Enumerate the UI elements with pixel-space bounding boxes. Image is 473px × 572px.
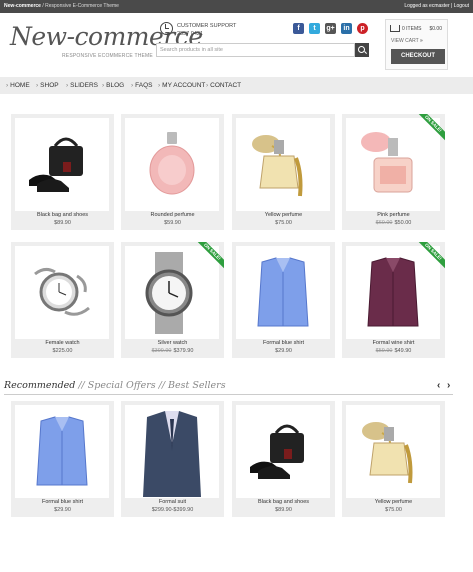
product-price: $399.90 $379.90 — [151, 348, 194, 354]
customer-support: CUSTOMER SUPPORT 2357 0421 — [177, 22, 236, 38]
product-name[interactable]: Formal blue shirt — [232, 340, 335, 346]
main-nav: HOME SHOP SLIDERS BLOG FAQS MY ACCOUNT C… — [0, 77, 473, 94]
product-name[interactable]: Rounded perfume — [121, 212, 224, 218]
product-name[interactable]: Pink perfume — [342, 212, 445, 218]
product-price: $59.90 — [164, 220, 181, 226]
cart-items: 0 ITEMS — [402, 26, 422, 32]
product-image[interactable] — [236, 405, 330, 498]
product-name[interactable]: Silver watch — [121, 340, 224, 346]
search-input[interactable]: Search products in all site — [156, 43, 355, 57]
product-name[interactable]: Black bag and shoes — [11, 212, 114, 218]
product-image[interactable] — [15, 246, 109, 339]
product-name[interactable]: Formal blue shirt — [11, 499, 114, 505]
product-card[interactable]: Formal blue shirt $29.90 — [11, 401, 114, 517]
sale-ribbon: ON SALE! — [411, 114, 445, 148]
tabs-divider — [4, 394, 453, 395]
product-card[interactable]: Formal blue shirt $29.90 — [232, 242, 335, 358]
product-name[interactable]: Female watch — [11, 340, 114, 346]
product-price: $75.00 — [385, 507, 402, 513]
product-name[interactable]: Yellow perfume — [232, 212, 335, 218]
product-image[interactable] — [125, 118, 219, 211]
product-image[interactable] — [15, 405, 109, 498]
product-tabs: Recommended//Special Offers//Best Seller… — [4, 380, 226, 391]
product-name[interactable]: Yellow perfume — [342, 499, 445, 505]
cart-box: 0 ITEMS $0.00 VIEW CART » CHECKOUT — [385, 19, 448, 70]
cart-total: $0.00 — [429, 26, 442, 32]
facebook-icon[interactable]: f — [293, 23, 304, 34]
product-image[interactable] — [15, 118, 109, 211]
product-image[interactable] — [236, 118, 330, 211]
sale-ribbon: ON SALE! — [190, 242, 224, 276]
search-icon[interactable] — [355, 43, 369, 57]
cart-icon — [390, 25, 400, 32]
sale-ribbon: ON SALE! — [411, 242, 445, 276]
product-card[interactable]: Yellow perfume $75.00 — [342, 401, 445, 517]
product-name[interactable]: Black bag and shoes — [232, 499, 335, 505]
product-card[interactable]: ON SALE! Silver watch $399.90 $379.90 — [121, 242, 224, 358]
tab-recommended[interactable]: Recommended — [4, 380, 75, 391]
product-card[interactable]: Formal suit $299.90-$399.90 — [121, 401, 224, 517]
product-card[interactable]: Rounded perfume $59.90 — [121, 114, 224, 230]
nav-sliders[interactable]: SLIDERS — [66, 77, 98, 94]
tab-special-offers[interactable]: Special Offers — [88, 380, 156, 391]
top-bar-brand[interactable]: New-commerce / Responsive E-Commerce The… — [4, 0, 119, 13]
product-price: $89.90 — [275, 507, 292, 513]
linkedin-icon[interactable]: in — [341, 23, 352, 34]
carousel-prev-icon[interactable]: ‹ — [437, 380, 440, 391]
product-price: $75.00 — [275, 220, 292, 226]
nav-shop[interactable]: SHOP — [36, 77, 58, 94]
nav-contact[interactable]: CONTACT — [206, 77, 241, 94]
product-card[interactable]: Female watch $225.00 — [11, 242, 114, 358]
product-card[interactable]: Black bag and shoes $89.90 — [232, 401, 335, 517]
product-image[interactable] — [346, 405, 440, 498]
nav-faqs[interactable]: FAQS — [131, 77, 152, 94]
product-image[interactable] — [125, 405, 219, 498]
support-phone: 2357 0421 — [177, 31, 203, 37]
product-card[interactable]: ON SALE! Pink perfume $60.00 $50.00 — [342, 114, 445, 230]
product-name[interactable]: Formal suit — [121, 499, 224, 505]
product-price: $225.00 — [52, 348, 73, 354]
view-cart-link[interactable]: VIEW CART » — [391, 38, 423, 44]
checkout-button[interactable]: CHECKOUT — [391, 49, 445, 64]
support-label: CUSTOMER SUPPORT — [177, 23, 237, 29]
product-price: $29.90 — [275, 348, 292, 354]
product-price: $299.90-$399.90 — [151, 507, 194, 513]
nav-home[interactable]: HOME — [6, 77, 30, 94]
nav-blog[interactable]: BLOG — [102, 77, 124, 94]
product-price: $60.00 $50.00 — [375, 220, 412, 226]
google-plus-icon[interactable]: g+ — [325, 23, 336, 34]
product-card[interactable]: Yellow perfume $75.00 — [232, 114, 335, 230]
login-status-link[interactable]: Logged as ecmaster | Logout — [404, 0, 469, 13]
tagline: RESPONSIVE ECOMMERCE THEME — [62, 53, 153, 59]
tab-best-sellers[interactable]: Best Sellers — [168, 380, 226, 391]
nav-my-account[interactable]: MY ACCOUNT — [158, 77, 205, 94]
product-name[interactable]: Formal wine shirt — [342, 340, 445, 346]
page: New-commerce / Responsive E-Commerce The… — [0, 0, 473, 572]
product-price: $29.90 — [54, 507, 71, 513]
carousel-next-icon[interactable]: › — [447, 380, 450, 391]
pinterest-icon[interactable]: p — [357, 23, 368, 34]
phone-icon — [160, 22, 173, 35]
top-bar: New-commerce / Responsive E-Commerce The… — [0, 0, 473, 13]
product-price: $59.90 $49.90 — [375, 348, 412, 354]
twitter-icon[interactable]: t — [309, 23, 320, 34]
product-price: $89.90 — [54, 220, 71, 226]
product-card[interactable]: ON SALE! Formal wine shirt $59.90 $49.90 — [342, 242, 445, 358]
product-image[interactable] — [236, 246, 330, 339]
product-card[interactable]: Black bag and shoes $89.90 — [11, 114, 114, 230]
